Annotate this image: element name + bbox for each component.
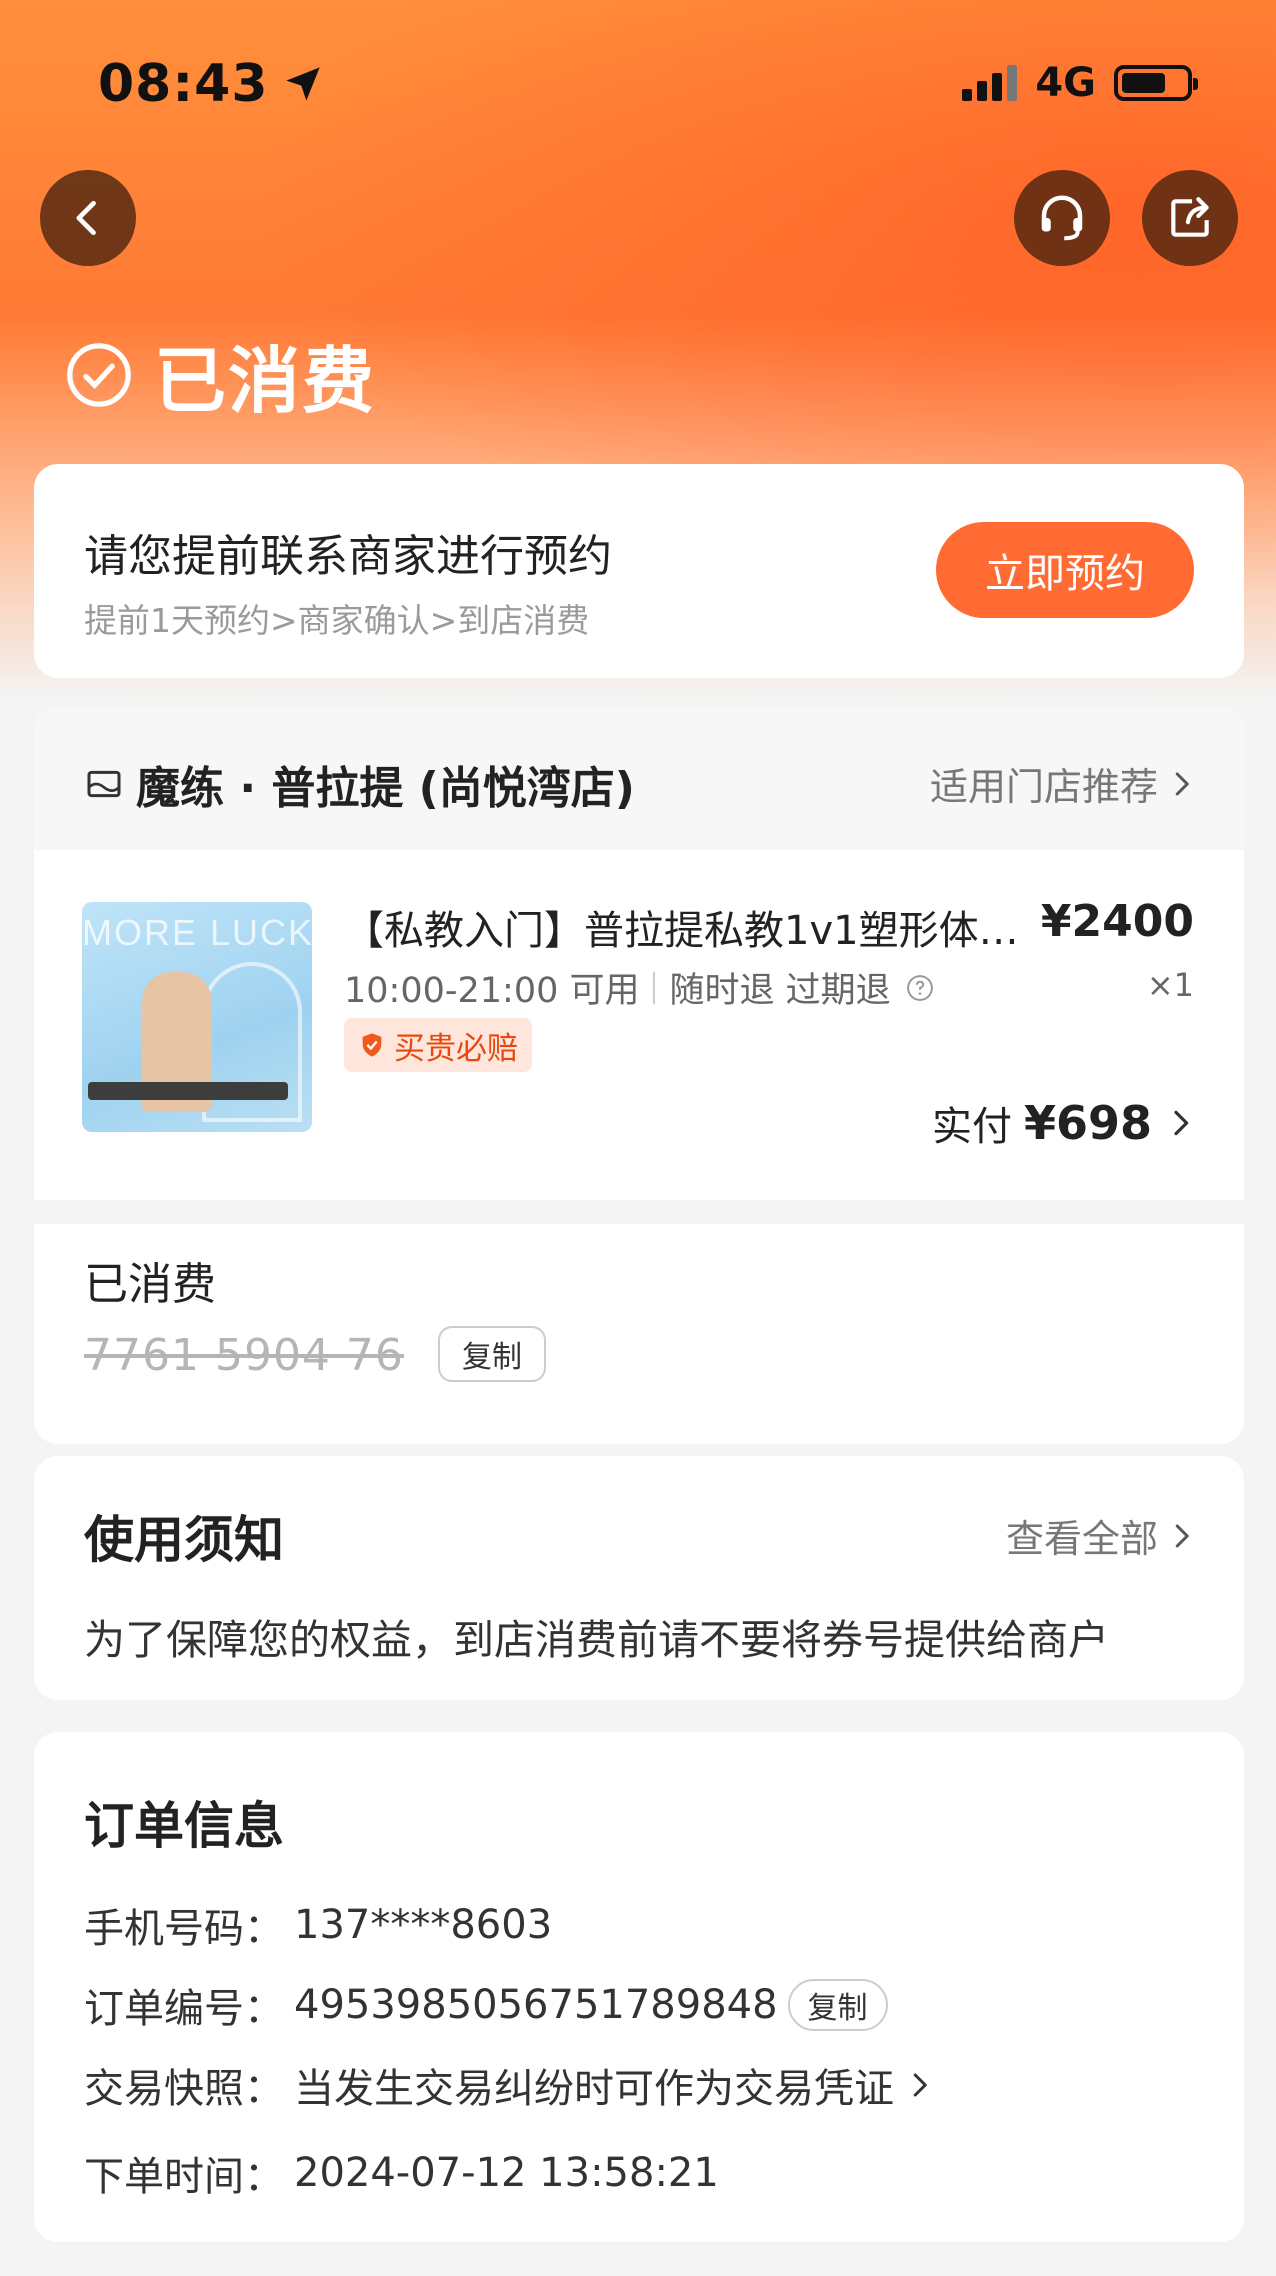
order-number-value: 4953985056751789848 [294, 1982, 778, 2028]
order-time-row: 下单时间： 2024-07-12 13:58:21 [84, 2144, 719, 2202]
help-icon[interactable] [905, 973, 935, 1003]
product-price: ¥2400 [1040, 896, 1194, 947]
shop-name[interactable]: 魔练 · 普拉提 (尚悦湾店) [84, 752, 635, 816]
notice-title: 使用须知 [84, 1511, 284, 1569]
order-card: 魔练 · 普拉提 (尚悦湾店) 适用门店推荐 MORE LUCKY 【私教入门】… [34, 706, 1244, 1444]
customer-service-button[interactable] [1014, 170, 1110, 266]
paid-amount-row[interactable]: 实付 ¥698 [932, 1094, 1196, 1152]
check-circle-icon [67, 342, 131, 407]
usage-hours: 10:00-21:00 可用 [344, 971, 640, 1011]
reserve-now-button[interactable]: 立即预约 [936, 522, 1194, 618]
snapshot-value: 当发生交易纠纷时可作为交易凭证 [294, 2066, 894, 2112]
share-button[interactable] [1142, 170, 1238, 266]
chevron-left-icon [76, 200, 96, 236]
shop-name-label: 魔练 · 普拉提 (尚悦湾店) [136, 763, 635, 814]
paid-label: 实付 [931, 1104, 1012, 1150]
voucher-code: 7761 5904 76 [84, 1330, 404, 1381]
reservation-title: 请您提前联系商家进行预约 [84, 531, 612, 582]
phone-value: 137****8603 [294, 1902, 553, 1948]
share-icon [1171, 197, 1209, 237]
notice-text: 为了保障您的权益，到店消费前请不要将券号提供给商户 [84, 1616, 1109, 1664]
product-title[interactable]: 【私教入门】普拉提私教1v1塑形体态课 [344, 898, 1044, 956]
transaction-snapshot-row[interactable]: 交易快照： 当发生交易纠纷时可作为交易凭证 [84, 2056, 934, 2114]
order-number-label: 订单编号： [84, 1986, 284, 2032]
network-type: 4G [1035, 60, 1096, 106]
product-image-text: MORE LUCKY [82, 912, 312, 953]
headset-icon [1041, 195, 1083, 241]
chevron-right-icon [1175, 1524, 1189, 1547]
voucher-status: 已消费 [84, 1259, 216, 1310]
product-usage: 10:00-21:00 可用 随时退 过期退 [344, 962, 935, 1013]
order-number-row: 订单编号： 4953985056751789848 复制 [84, 1976, 888, 2034]
view-all-label: 查看全部 [1005, 1517, 1158, 1561]
usage-notice-card: 使用须知 查看全部 为了保障您的权益，到店消费前请不要将券号提供给商户 [34, 1456, 1244, 1700]
product-image[interactable]: MORE LUCKY [82, 902, 312, 1132]
reservation-steps: 提前1天预约>商家确认>到店消费 [84, 601, 590, 640]
price-guarantee-label: 买贵必赔 [394, 1030, 518, 1067]
status-bar-indicators: 4G [962, 60, 1198, 106]
phone-label: 手机号码： [84, 1906, 284, 1952]
status-bar-time: 08:43 [98, 54, 323, 114]
copy-voucher-button[interactable]: 复制 [438, 1326, 546, 1382]
shield-check-icon [362, 1033, 382, 1057]
chevron-right-icon [1175, 772, 1189, 795]
back-button[interactable] [40, 170, 136, 266]
signal-icon [962, 65, 1018, 101]
view-all-link[interactable]: 查看全部 [1006, 1508, 1196, 1563]
refund-policy: 随时退 过期退 [669, 971, 891, 1011]
chevron-right-icon [913, 2073, 927, 2097]
paid-amount: ¥698 [1023, 1096, 1152, 1150]
order-info-card: 订单信息 手机号码： 137****8603 订单编号： 49539850567… [34, 1732, 1244, 2242]
applicable-stores-label: 适用门店推荐 [929, 765, 1158, 809]
copy-order-number-button[interactable]: 复制 [787, 1979, 888, 2031]
section-divider [34, 1200, 1244, 1224]
battery-icon [1114, 65, 1198, 101]
location-arrow-icon [285, 67, 320, 101]
order-time-value: 2024-07-12 13:58:21 [294, 2150, 719, 2196]
product-quantity: ×1 [1146, 966, 1194, 1004]
store-icon [87, 770, 121, 798]
order-info-title: 订单信息 [84, 1797, 284, 1855]
reservation-card: 请您提前联系商家进行预约 提前1天预约>商家确认>到店消费 立即预约 [34, 464, 1244, 678]
order-time-label: 下单时间： [84, 2154, 284, 2200]
applicable-stores-link[interactable]: 适用门店推荐 [930, 756, 1196, 811]
order-status-text: 已消费 [154, 339, 377, 423]
chevron-right-icon [1174, 1110, 1189, 1136]
price-guarantee-badge: 买贵必赔 [344, 1018, 532, 1072]
phone-row: 手机号码： 137****8603 [84, 1896, 552, 1954]
snapshot-label: 交易快照： [84, 2066, 284, 2112]
order-status-heading: 已消费 [64, 322, 376, 427]
